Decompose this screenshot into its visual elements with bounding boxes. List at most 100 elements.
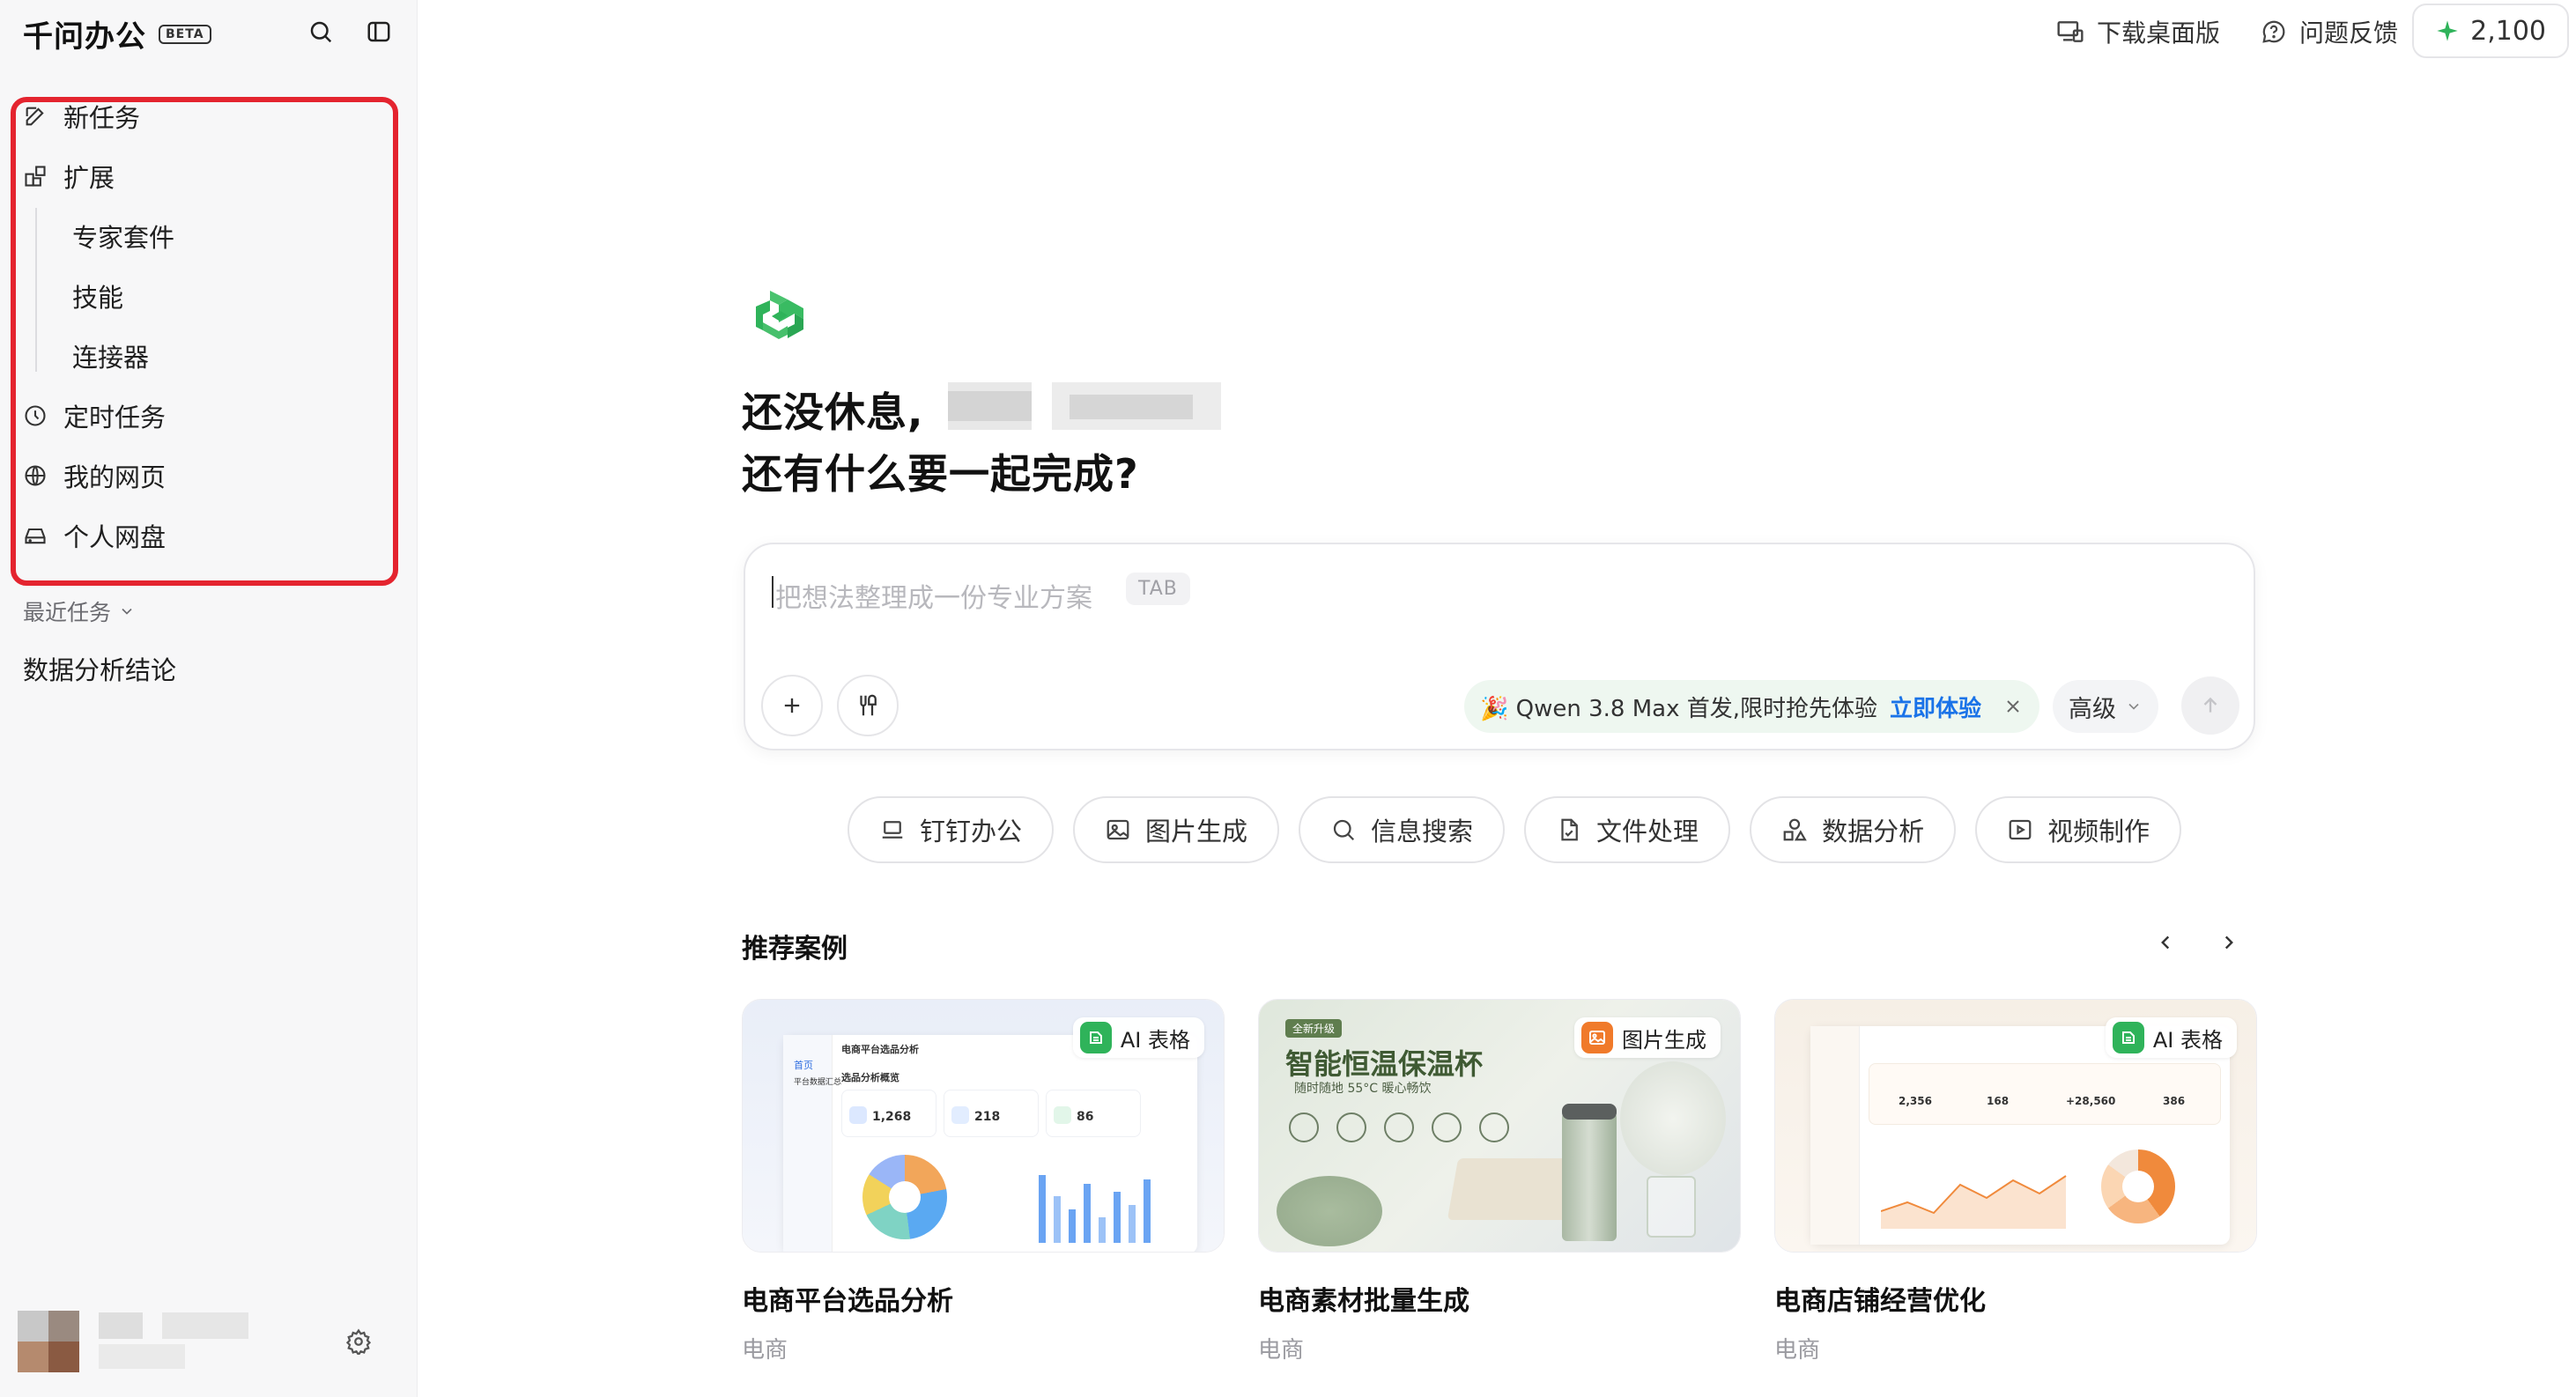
globe-icon xyxy=(21,462,49,490)
shapes-icon xyxy=(1781,817,1808,843)
question-icon xyxy=(2261,18,2287,45)
search-icon xyxy=(1330,817,1357,843)
case-type-badge: 图片生成 xyxy=(1574,1017,1721,1058)
preview-section-title: 选品分析概览 xyxy=(841,1072,899,1083)
close-icon[interactable] xyxy=(2002,696,2024,717)
prompt-composer[interactable]: 把想法整理成一份专业方案 TAB 🎉 Qwen 3.8 Max 首发,限时抢先体… xyxy=(744,543,2255,750)
preview-kpi: 168 xyxy=(1987,1095,2010,1107)
chip-label: 图片生成 xyxy=(1145,817,1248,846)
case-card-preview: 首页 平台数据汇总 电商平台选品分析 选品分析概览 1,268 218 86 A… xyxy=(742,999,1225,1253)
sidebar: 千问办公 BETA 新任务 扩展 专家套件 技能 连接器 定时任务 我的网页 个… xyxy=(0,0,418,1397)
case-card-tag: 电商 xyxy=(742,1337,788,1364)
case-card-title: 电商店铺经营优化 xyxy=(1774,1286,1986,1317)
feedback-button[interactable]: 问题反馈 xyxy=(2261,12,2398,51)
case-card[interactable]: 2,356 168 +28,560 386 AI 表格 电商店铺经营优化 电商 xyxy=(1774,999,2257,1364)
chip-label: 钉钉办公 xyxy=(920,817,1023,846)
prompt-input[interactable]: 把想法整理成一份专业方案 xyxy=(775,576,1092,615)
recent-task-item[interactable]: 数据分析结论 xyxy=(23,650,176,687)
quick-action-chips: 钉钉办公 图片生成 信息搜索 文件处理 数据分析 视频制作 xyxy=(848,796,2182,863)
preview-subtitle: 随时随地 55°C 暖心畅饮 xyxy=(1294,1082,1432,1096)
qwen-logo-icon xyxy=(749,287,812,351)
chip-label: 信息搜索 xyxy=(1371,817,1474,846)
preview-headline: 智能恒温保温杯 xyxy=(1285,1047,1484,1081)
user-name-blurred xyxy=(948,382,1032,430)
video-icon xyxy=(2007,817,2033,843)
chip-label: 视频制作 xyxy=(2047,817,2150,846)
plus-icon xyxy=(780,693,804,718)
laptop-icon xyxy=(879,817,906,843)
add-attachment-button[interactable] xyxy=(761,675,823,736)
case-card[interactable]: 全新升级 智能恒温保温杯 随时随地 55°C 暖心畅饮 图片生成 电商素材批量生… xyxy=(1258,999,1741,1364)
recent-tasks-toggle[interactable]: 最近任务 xyxy=(23,595,136,627)
ai-table-icon xyxy=(1079,1022,1112,1053)
nav-extensions[interactable]: 扩展 xyxy=(21,157,115,196)
submenu-guide-line xyxy=(35,208,37,372)
download-label: 下载桌面版 xyxy=(2097,18,2221,48)
promo-banner[interactable]: 🎉 Qwen 3.8 Max 首发,限时抢先体验 立即体验 xyxy=(1464,680,2040,733)
badge-label: AI 表格 xyxy=(1120,1027,1190,1053)
nav-my-webpages[interactable]: 我的网页 xyxy=(21,456,166,495)
desktop-download-icon xyxy=(2056,18,2084,46)
preview-nav-item: 首页 xyxy=(794,1060,813,1071)
preview-ribbon: 全新升级 xyxy=(1285,1019,1343,1038)
chip-image-generation[interactable]: 图片生成 xyxy=(1073,796,1280,863)
user-name-blurred xyxy=(1052,382,1221,430)
preview-kpi: 218 xyxy=(974,1110,1001,1124)
file-icon xyxy=(1556,817,1582,843)
case-card[interactable]: 首页 平台数据汇总 电商平台选品分析 选品分析概览 1,268 218 86 A… xyxy=(742,999,1225,1364)
sub-item-connectors[interactable]: 连接器 xyxy=(72,336,149,375)
advanced-dropdown[interactable]: 高级 xyxy=(2053,680,2158,733)
chip-label: 数据分析 xyxy=(1822,817,1925,846)
chip-label: 文件处理 xyxy=(1596,817,1699,846)
nav-new-task[interactable]: 新任务 xyxy=(21,97,140,136)
app-name: 千问办公 xyxy=(23,19,146,55)
case-card-title: 电商平台选品分析 xyxy=(742,1286,953,1317)
case-type-badge: AI 表格 xyxy=(2105,1017,2237,1058)
nav-label: 扩展 xyxy=(63,163,115,193)
chevron-left-icon[interactable] xyxy=(2148,925,2183,960)
chevron-right-icon[interactable] xyxy=(2211,925,2247,960)
badge-label: AI 表格 xyxy=(2152,1027,2223,1053)
sub-item-skills[interactable]: 技能 xyxy=(72,277,123,315)
chip-video-production[interactable]: 视频制作 xyxy=(1975,796,2182,863)
greeting-line-1: 还没休息, xyxy=(742,388,924,436)
beta-badge: BETA xyxy=(159,24,211,44)
chip-info-search[interactable]: 信息搜索 xyxy=(1299,796,1506,863)
chip-data-analysis[interactable]: 数据分析 xyxy=(1750,796,1957,863)
preview-kpi: +28,560 xyxy=(2066,1095,2116,1107)
nav-label: 个人网盘 xyxy=(63,522,167,552)
sub-item-expert-kit[interactable]: 专家套件 xyxy=(72,217,174,255)
tab-hint: TAB xyxy=(1126,573,1190,605)
chip-dingtalk[interactable]: 钉钉办公 xyxy=(848,796,1055,863)
advanced-label: 高级 xyxy=(2069,695,2116,723)
tools-icon xyxy=(855,692,881,719)
greeting-line-2: 还有什么要一起完成? xyxy=(742,450,1139,498)
case-card-tag: 电商 xyxy=(1258,1337,1305,1364)
sidebar-toggle-icon[interactable] xyxy=(363,16,395,48)
ai-table-icon xyxy=(2112,1022,2144,1053)
badge-label: 图片生成 xyxy=(1622,1027,1706,1053)
nav-label: 我的网页 xyxy=(63,462,167,492)
promo-cta-link[interactable]: 立即体验 xyxy=(1890,691,1981,723)
tools-button[interactable] xyxy=(837,675,899,736)
avatar[interactable] xyxy=(18,1311,79,1372)
credits-button[interactable]: 2,100 xyxy=(2412,4,2569,58)
case-card-preview: 2,356 168 +28,560 386 AI 表格 xyxy=(1774,999,2257,1253)
search-icon[interactable] xyxy=(305,16,337,48)
brand: 千问办公 BETA xyxy=(23,12,211,55)
recommended-title: 推荐案例 xyxy=(742,934,848,965)
chevron-down-icon xyxy=(118,602,136,620)
chevron-down-icon xyxy=(2125,698,2143,715)
send-button[interactable] xyxy=(2181,676,2239,735)
gear-icon[interactable] xyxy=(345,1328,377,1360)
download-desktop-button[interactable]: 下载桌面版 xyxy=(2056,12,2220,51)
preview-header: 电商平台选品分析 xyxy=(841,1044,919,1055)
nav-personal-drive[interactable]: 个人网盘 xyxy=(21,516,166,555)
user-name-blurred xyxy=(99,1312,248,1374)
nav-scheduled-tasks[interactable]: 定时任务 xyxy=(21,396,166,435)
feedback-label: 问题反馈 xyxy=(2299,18,2399,48)
clock-icon xyxy=(21,402,49,430)
image-icon xyxy=(1105,817,1131,843)
chip-file-processing[interactable]: 文件处理 xyxy=(1524,796,1731,863)
case-card-tag: 电商 xyxy=(1774,1337,1821,1364)
